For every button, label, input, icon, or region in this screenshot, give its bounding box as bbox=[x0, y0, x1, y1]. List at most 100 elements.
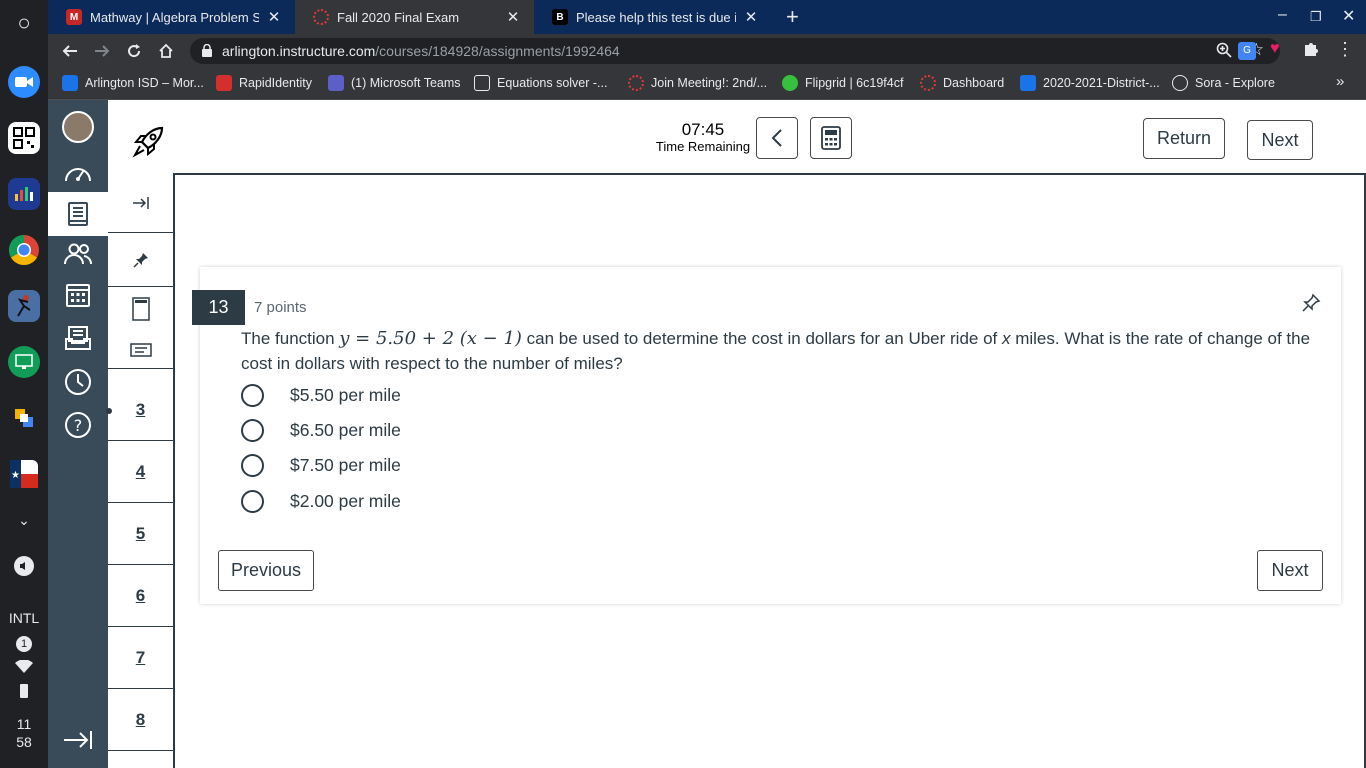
tab-mathway[interactable]: M Mathway | Algebra Problem Solver ✕ bbox=[48, 0, 295, 34]
close-tab-icon[interactable]: ✕ bbox=[265, 8, 283, 26]
answer-choice-4[interactable]: $2.00 per mile bbox=[241, 487, 401, 515]
arlington-isd-bookmark-icon bbox=[62, 75, 78, 91]
extensions-puzzle-icon[interactable] bbox=[1302, 40, 1320, 63]
bookmark-district[interactable]: 2020-2021-District-... bbox=[1020, 75, 1160, 91]
tab-brainly[interactable]: B Please help this test is due in 30 ✕ bbox=[534, 0, 772, 34]
question-link-6[interactable]: 6 bbox=[108, 565, 173, 627]
restore-window-icon[interactable]: ❐ bbox=[1310, 9, 1322, 25]
question-link-8[interactable]: 8 bbox=[108, 689, 173, 751]
bookmark-dashboard[interactable]: Dashboard bbox=[920, 75, 1004, 91]
shelf-expand-icon[interactable]: ⌄ bbox=[0, 512, 48, 529]
bookmark-label: (1) Microsoft Teams bbox=[351, 76, 461, 90]
qr-code-app-icon[interactable] bbox=[8, 122, 40, 154]
bookmark-microsoft-teams[interactable]: (1) Microsoft Teams bbox=[328, 75, 461, 91]
url-host: arlington.instructure.com bbox=[222, 43, 376, 59]
radio-button[interactable] bbox=[241, 489, 264, 513]
heart-extension-icon[interactable]: ♥ bbox=[1270, 40, 1280, 58]
minimize-window-icon[interactable]: – bbox=[1278, 6, 1287, 24]
close-window-icon[interactable]: ✕ bbox=[1342, 6, 1355, 26]
expand-question-list-button[interactable] bbox=[108, 173, 173, 233]
view-single-question-button[interactable] bbox=[108, 287, 173, 331]
bookmark-label: Join Meeting!: 2nd/... bbox=[651, 76, 768, 90]
calculator-button[interactable] bbox=[810, 117, 852, 159]
classroom-app-icon[interactable] bbox=[8, 346, 40, 378]
texas-flag-app-icon[interactable]: ★ bbox=[8, 458, 40, 490]
tab-title: Mathway | Algebra Problem Solver bbox=[90, 9, 259, 25]
tab-final-exam[interactable]: Fall 2020 Final Exam ✕ bbox=[295, 0, 534, 34]
question-link-3[interactable]: 3 bbox=[108, 379, 173, 441]
history-icon[interactable] bbox=[48, 360, 108, 404]
dashboard-icon[interactable] bbox=[48, 151, 108, 195]
browser-tab-strip: M Mathway | Algebra Problem Solver ✕ Fal… bbox=[48, 0, 1366, 34]
hide-timer-button[interactable] bbox=[756, 117, 798, 159]
svg-text:★: ★ bbox=[11, 470, 20, 481]
question-text-before: The function bbox=[241, 329, 340, 348]
courses-icon[interactable] bbox=[48, 192, 108, 236]
teams-bookmark-icon bbox=[328, 75, 344, 91]
question-link-4[interactable]: 4 bbox=[108, 441, 173, 503]
question-navigation: 3 4 5 6 7 8 bbox=[106, 173, 173, 768]
slides-app-icon[interactable] bbox=[8, 402, 40, 434]
home-icon[interactable] bbox=[155, 40, 177, 62]
bookmarks-overflow-icon[interactable]: » bbox=[1336, 73, 1344, 90]
google-translate-extension-icon[interactable]: G bbox=[1238, 42, 1256, 60]
clock-hour[interactable]: 11 bbox=[0, 716, 48, 732]
address-bar[interactable]: arlington.instructure.com/courses/184928… bbox=[190, 38, 1280, 64]
audio-indicator-icon[interactable] bbox=[14, 556, 34, 576]
keyboard-locale[interactable]: INTL bbox=[0, 610, 48, 626]
new-tab-button[interactable]: + bbox=[786, 4, 799, 30]
back-arrow-icon[interactable] bbox=[59, 40, 81, 62]
clock-minute[interactable]: 58 bbox=[0, 734, 48, 750]
lock-icon bbox=[202, 44, 212, 57]
bookmark-equations-solver[interactable]: Equations solver -... bbox=[474, 75, 607, 91]
chrome-app-icon[interactable] bbox=[8, 234, 40, 266]
help-icon[interactable]: ? bbox=[48, 403, 108, 447]
dancer-app-icon[interactable] bbox=[8, 290, 40, 322]
question-formula: y = 5.50 + 2 (x − 1) bbox=[339, 328, 522, 349]
launcher-button[interactable]: ○ bbox=[0, 10, 48, 36]
chevron-left-icon bbox=[771, 129, 782, 147]
browser-menu-icon[interactable]: ⋮ bbox=[1336, 39, 1354, 60]
question-number-badge: 13 bbox=[192, 290, 245, 325]
pin-question-button[interactable] bbox=[1301, 293, 1321, 318]
zoom-icon[interactable] bbox=[1216, 42, 1232, 61]
next-button[interactable]: Next bbox=[1257, 550, 1323, 591]
bookmark-arlington-isd[interactable]: Arlington ISD – Mor... bbox=[62, 75, 204, 91]
groups-icon[interactable] bbox=[48, 232, 108, 276]
collapse-nav-icon[interactable] bbox=[48, 718, 108, 762]
bookmark-rapididentity[interactable]: RapidIdentity bbox=[216, 75, 312, 91]
bookmark-flipgrid[interactable]: Flipgrid | 6c19f4cf bbox=[782, 75, 903, 91]
bookmark-join-meeting[interactable]: Join Meeting!: 2nd/... bbox=[628, 75, 767, 91]
answer-choice-1[interactable]: $5.50 per mile bbox=[241, 381, 401, 409]
radio-button[interactable] bbox=[241, 383, 264, 407]
radio-button[interactable] bbox=[241, 418, 264, 442]
calendar-icon[interactable] bbox=[48, 273, 108, 317]
answer-choice-3[interactable]: $7.50 per mile bbox=[241, 451, 401, 479]
close-tab-icon[interactable]: ✕ bbox=[742, 8, 760, 26]
reload-icon[interactable] bbox=[123, 40, 145, 62]
view-all-questions-button[interactable] bbox=[108, 331, 173, 369]
answer-choice-2[interactable]: $6.50 per mile bbox=[241, 416, 401, 444]
account-avatar[interactable] bbox=[48, 105, 108, 149]
forward-arrow-icon[interactable] bbox=[91, 40, 113, 62]
zoom-app-icon[interactable] bbox=[8, 66, 40, 98]
question-link-7[interactable]: 7 bbox=[108, 627, 173, 689]
radio-button[interactable] bbox=[241, 453, 264, 477]
quiz-content-area: 13 7 points The function y = 5.50 + 2 (x… bbox=[173, 173, 1366, 768]
data-manager-app-icon[interactable] bbox=[8, 178, 40, 210]
bookmark-sora[interactable]: Sora - Explore bbox=[1172, 75, 1275, 91]
pinned-filter-button[interactable] bbox=[108, 233, 173, 287]
answer-choice-label: $6.50 per mile bbox=[290, 419, 401, 440]
question-link-5[interactable]: 5 bbox=[108, 503, 173, 565]
chromeos-shelf: ○ ★ ⌄ INTL 1 11 58 bbox=[0, 0, 48, 768]
previous-button[interactable]: Previous bbox=[218, 550, 314, 591]
notification-count-badge[interactable]: 1 bbox=[16, 636, 32, 652]
return-button[interactable]: Return bbox=[1143, 118, 1225, 159]
close-tab-icon[interactable]: ✕ bbox=[504, 8, 522, 26]
inbox-icon[interactable] bbox=[48, 316, 108, 360]
battery-icon bbox=[20, 684, 28, 698]
header-next-button[interactable]: Next bbox=[1247, 120, 1313, 160]
bookmark-label: RapidIdentity bbox=[239, 76, 312, 90]
bookmark-label: Equations solver -... bbox=[497, 76, 608, 90]
pin-icon bbox=[132, 252, 148, 268]
